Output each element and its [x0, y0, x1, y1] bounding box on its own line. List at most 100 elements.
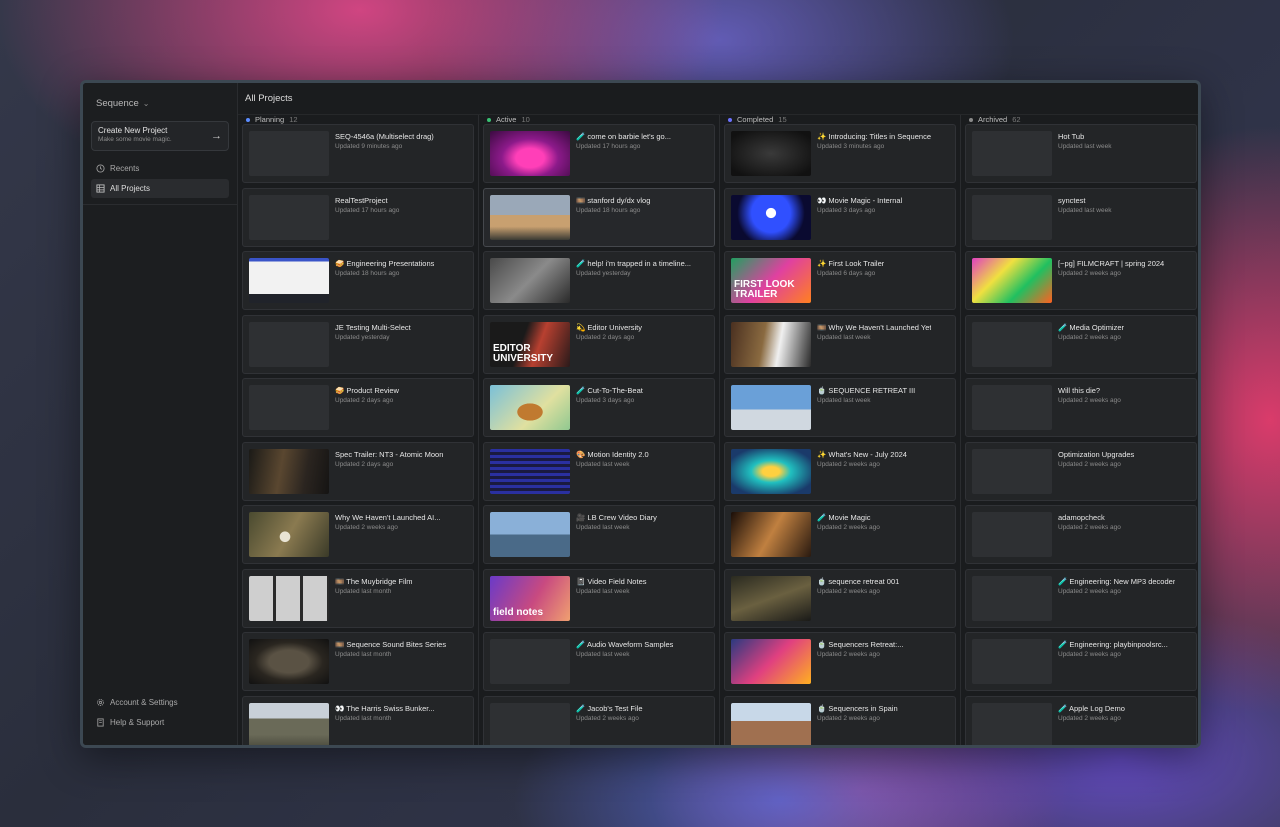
- project-thumbnail: [972, 512, 1052, 557]
- project-thumbnail: [249, 194, 329, 240]
- project-updated: Updated last week: [576, 524, 630, 531]
- workspace-switcher[interactable]: Sequence ⌄: [91, 85, 229, 121]
- project-card[interactable]: 🧪 Engineering: playbinpoolsrc... Updated …: [965, 632, 1197, 691]
- board-columns: Planning 12 SEQ-4546a (Multiselect drag) Up…: [238, 115, 1198, 745]
- project-card[interactable]: Hot Tub Updated last week: [965, 124, 1197, 183]
- page-title: All Projects: [245, 93, 293, 104]
- project-thumbnail: [972, 258, 1052, 303]
- project-card[interactable]: 👀 Movie Magic - Internal Updated 3 days a…: [724, 187, 956, 247]
- project-updated: Updated 9 minutes ago: [335, 143, 403, 150]
- project-title: 🥪 Product Review: [335, 386, 399, 395]
- project-card[interactable]: ✨ Introducing: Titles in Sequence Updated…: [724, 124, 956, 183]
- project-updated: Updated 18 hours ago: [335, 270, 400, 277]
- project-title: ✨ Introducing: Titles in Sequence: [817, 132, 931, 141]
- project-card[interactable]: 🧪 come on barbie let's go... Updated 17 h…: [483, 124, 715, 183]
- project-thumbnail: [731, 385, 811, 430]
- project-card[interactable]: 👀 The Harris Swiss Bunker... Updated last…: [242, 695, 474, 746]
- card-list: 🧪 come on barbie let's go... Updated 17 h…: [479, 124, 719, 745]
- project-updated: Updated 2 weeks ago: [817, 714, 880, 722]
- project-card[interactable]: 🧪 Media Optimizer Updated 2 weeks ago: [965, 314, 1197, 374]
- status-dot-icon: [728, 117, 732, 122]
- project-updated: Updated 3 days ago: [576, 397, 635, 404]
- project-card[interactable]: [~pg] FILMCRAFT | spring 2024 Updated 2 w…: [965, 251, 1197, 310]
- project-card[interactable]: EDITOR UNIVERSITY 💫 Editor University Upda…: [483, 314, 715, 374]
- sidebar-item-help-support[interactable]: Help & Support: [91, 713, 229, 732]
- project-card[interactable]: adamopcheck Updated 2 weeks ago: [965, 505, 1197, 564]
- project-info: 🧪 Cut-To-The-Beat Updated 3 days ago: [576, 385, 643, 430]
- status-dot-icon: [969, 117, 973, 122]
- project-updated: Updated last week: [1058, 143, 1112, 150]
- project-info: 🎞️ Sequence Sound Bites Series Updated la…: [335, 639, 446, 684]
- project-card[interactable]: 🥪 Engineering Presentations Updated 18 ho…: [242, 251, 474, 310]
- project-updated: Updated 2 weeks ago: [1058, 524, 1121, 531]
- project-card[interactable]: Optimization Upgrades Updated 2 weeks ago: [965, 441, 1197, 501]
- column-completed: Completed 15 ✨ Introducing: Titles in Sequ…: [720, 115, 961, 745]
- project-info: 🍵 SEQUENCE RETREAT III Updated last week: [817, 385, 915, 430]
- project-card[interactable]: JE Testing Multi-Select Updated yesterday: [242, 314, 474, 374]
- project-updated: Updated 2 weeks ago: [817, 460, 880, 468]
- project-title: 🧪 Jacob's Test File: [576, 703, 643, 713]
- project-title: Why We Haven't Launched AI...: [335, 513, 441, 522]
- project-updated: Updated yesterday: [335, 333, 390, 341]
- grid-icon: [96, 184, 105, 193]
- project-card[interactable]: 🧪 Cut-To-The-Beat Updated 3 days ago: [483, 378, 715, 437]
- project-title: ✨ First Look Trailer: [817, 259, 885, 268]
- project-thumbnail: [731, 194, 811, 240]
- project-card[interactable]: 🧪 Apple Log Demo Updated 2 weeks ago: [965, 695, 1197, 745]
- project-card[interactable]: Why We Haven't Launched AI... Updated 2 w…: [242, 505, 474, 564]
- project-card[interactable]: 🧪 Engineering: New MP3 decoder Updated 2 …: [965, 568, 1197, 628]
- project-card[interactable]: Will this die? Updated 2 weeks ago: [965, 378, 1197, 437]
- project-title: 🍵 SEQUENCE RETREAT III: [817, 386, 916, 395]
- project-card[interactable]: 🥪 Product Review Updated 2 days ago: [242, 378, 474, 437]
- project-card[interactable]: Spec Trailer: NT3 - Atomic Moon Updated 2…: [242, 441, 474, 501]
- sidebar-item-account-settings[interactable]: Account & Settings: [91, 693, 229, 712]
- project-thumbnail: [490, 131, 570, 176]
- project-card[interactable]: 🍵 Sequencers in Spain Updated 2 weeks ago: [724, 695, 956, 745]
- project-card[interactable]: 🧪 Jacob's Test File Updated 2 weeks ago: [483, 695, 715, 745]
- project-card[interactable]: 🎥 LB Crew Video Diary Updated last week: [483, 505, 715, 564]
- project-thumbnail: [731, 512, 811, 557]
- project-card[interactable]: 🎨 Motion Identity 2.0 Updated last week: [483, 441, 715, 501]
- project-updated: Updated 3 days ago: [817, 206, 876, 214]
- project-info: RealTestProject Updated 17 hours ago: [335, 195, 399, 240]
- project-info: Hot Tub Updated last week: [1058, 131, 1111, 176]
- project-card[interactable]: 🎞️ Sequence Sound Bites Series Updated la…: [242, 632, 474, 691]
- project-thumbnail: [972, 575, 1052, 621]
- thumbnail-text: field notes: [493, 606, 544, 618]
- project-info: 🥪 Product Review Updated 2 days ago: [335, 385, 399, 430]
- project-card[interactable]: 🍵 Sequencers Retreat:... Updated 2 weeks …: [724, 632, 956, 691]
- project-card[interactable]: 🧪 Audio Waveform Samples Updated last wee…: [483, 632, 715, 691]
- project-card[interactable]: RealTestProject Updated 17 hours ago: [242, 187, 474, 247]
- project-card[interactable]: field notes 📓 Video Field Notes Updated la…: [483, 568, 715, 628]
- project-card[interactable]: ✨ What's New - July 2024 Updated 2 weeks …: [724, 441, 956, 501]
- project-thumbnail: [731, 702, 811, 745]
- sidebar-item-label: Recents: [110, 164, 140, 173]
- project-card[interactable]: 🧪 Movie Magic Updated 2 weeks ago: [724, 505, 956, 564]
- project-info: 🍵 Sequencers Retreat:... Updated 2 weeks …: [817, 639, 903, 684]
- sidebar-item-recents[interactable]: Recents: [91, 159, 229, 178]
- project-thumbnail: [490, 639, 570, 684]
- project-title: 🎞️ Why We Haven't Launched Yet: [817, 322, 932, 332]
- project-updated: Updated 2 weeks ago: [817, 524, 880, 531]
- project-card[interactable]: 🍵 sequence retreat 001 Updated 2 weeks ag…: [724, 568, 956, 628]
- sidebar: Sequence ⌄ Create New Project Make some …: [83, 83, 238, 745]
- project-thumbnail: [490, 385, 570, 430]
- project-card[interactable]: 🎞️ The Muybridge Film Updated last month: [242, 568, 474, 628]
- sidebar-item-all-projects[interactable]: All Projects: [91, 179, 229, 198]
- column-header: Active 10: [479, 115, 719, 124]
- project-card[interactable]: 🎞️ stanford dy/dx vlog Updated 18 hours a…: [483, 187, 715, 247]
- project-card[interactable]: FIRST LOOK TRAILER ✨ First Look Trailer Up…: [724, 251, 956, 310]
- project-card[interactable]: 🎞️ Why We Haven't Launched Yet Updated la…: [724, 314, 956, 374]
- create-new-project-button[interactable]: Create New Project Make some movie magic…: [91, 121, 229, 151]
- column-title: Completed: [737, 115, 774, 124]
- gear-icon: [96, 698, 105, 707]
- card-list: Hot Tub Updated last week synctest Updated …: [961, 124, 1198, 745]
- project-card[interactable]: SEQ-4546a (Multiselect drag) Updated 9 mi…: [242, 124, 474, 183]
- project-card[interactable]: 🍵 SEQUENCE RETREAT III Updated last week: [724, 378, 956, 437]
- status-dot-icon: [487, 117, 491, 122]
- project-updated: Updated 2 weeks ago: [1058, 397, 1121, 404]
- project-card[interactable]: 🧪 help! i'm trapped in a timeline... Upda…: [483, 251, 715, 310]
- project-info: 👀 The Harris Swiss Bunker... Updated last…: [335, 703, 435, 746]
- project-card[interactable]: synctest Updated last week: [965, 187, 1197, 247]
- project-thumbnail: [731, 321, 811, 367]
